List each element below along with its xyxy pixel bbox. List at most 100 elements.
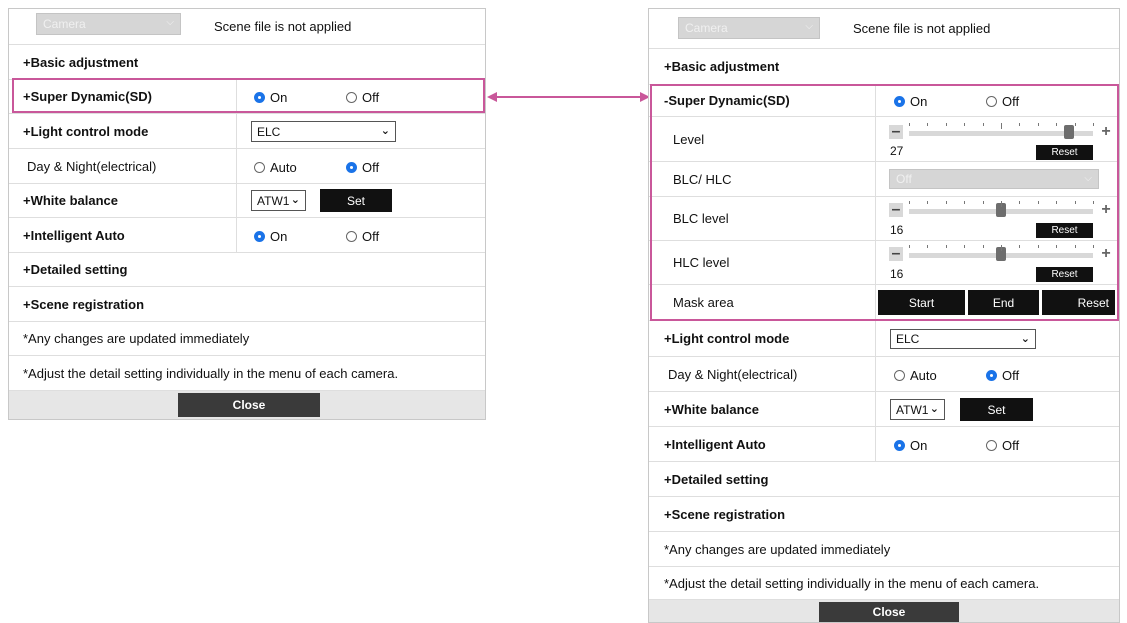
light-control-label[interactable]: +Light control mode xyxy=(23,114,148,148)
light-control-label[interactable]: +Light control mode xyxy=(664,321,789,356)
column-divider xyxy=(875,162,876,196)
scene-registration-row[interactable]: +Scene registration xyxy=(649,497,1119,532)
column-divider xyxy=(875,321,876,356)
blc-hlc-label: BLC/ HLC xyxy=(673,171,732,187)
plus-icon[interactable]: + xyxy=(1099,124,1113,140)
intelligent-auto-off-radio[interactable]: Off xyxy=(346,229,379,244)
scene-registration-row[interactable]: +Scene registration xyxy=(9,287,485,322)
intelligent-auto-label[interactable]: +Intelligent Auto xyxy=(23,218,125,252)
white-balance-label[interactable]: +White balance xyxy=(23,184,118,217)
level-row: Level – + 27 Reset xyxy=(649,117,1119,162)
blc-level-slider[interactable]: – + xyxy=(889,201,1113,219)
basic-adjustment-row[interactable]: +Basic adjustment xyxy=(9,45,485,80)
camera-select: Camera ⌵ xyxy=(678,17,820,39)
day-night-row: Day & Night(electrical) Auto Off xyxy=(9,149,485,184)
note-row-1: *Any changes are updated immediately xyxy=(9,322,485,356)
light-control-row: +Light control mode ELC ⌄ xyxy=(649,321,1119,357)
scene-registration-label[interactable]: +Scene registration xyxy=(664,497,785,531)
chevron-down-icon: ⌄ xyxy=(1020,333,1030,345)
minus-icon[interactable]: – xyxy=(889,202,903,218)
slider-tick xyxy=(945,245,947,248)
settings-panel-expanded: Camera ⌵ Scene file is not applied +Basi… xyxy=(648,8,1120,623)
radio-unselected-icon xyxy=(894,370,905,381)
slider-tick xyxy=(927,245,929,248)
day-night-label: Day & Night(electrical) xyxy=(27,158,157,174)
day-night-row: Day & Night(electrical) Auto Off xyxy=(649,357,1119,392)
white-balance-set-button[interactable]: Set xyxy=(320,189,392,212)
select-value: ELC xyxy=(257,124,281,139)
light-control-select[interactable]: ELC ⌄ xyxy=(890,329,1036,349)
intelligent-auto-label[interactable]: +Intelligent Auto xyxy=(664,427,766,461)
detailed-setting-row[interactable]: +Detailed setting xyxy=(9,253,485,287)
blc-hlc-row: BLC/ HLC Off ⌵ xyxy=(649,162,1119,197)
white-balance-select[interactable]: ATW1 ⌄ xyxy=(251,190,306,211)
column-divider xyxy=(875,427,876,461)
radio-unselected-icon xyxy=(346,231,357,242)
day-night-off-radio[interactable]: Off xyxy=(986,368,1019,383)
detailed-setting-row[interactable]: +Detailed setting xyxy=(649,462,1119,497)
column-divider xyxy=(875,392,876,426)
level-slider[interactable]: – + xyxy=(889,123,1113,141)
note-text: *Adjust the detail setting individually … xyxy=(664,575,1040,591)
hlc-level-reset-button[interactable]: Reset xyxy=(1036,267,1093,282)
plus-icon[interactable]: + xyxy=(1099,246,1113,262)
radio-selected-icon xyxy=(254,231,265,242)
mask-reset-button[interactable]: Reset xyxy=(1042,290,1115,315)
close-button[interactable]: Close xyxy=(178,393,320,417)
day-night-auto-radio[interactable]: Auto xyxy=(894,368,937,383)
detailed-setting-label[interactable]: +Detailed setting xyxy=(23,253,127,286)
footer-bar: Close xyxy=(9,391,485,419)
super-dynamic-off-radio[interactable]: Off xyxy=(986,94,1019,109)
white-balance-set-button[interactable]: Set xyxy=(960,398,1033,421)
blc-hlc-select: Off ⌵ xyxy=(889,169,1099,189)
radio-label: Off xyxy=(362,160,380,175)
column-divider xyxy=(236,149,237,183)
light-control-select[interactable]: ELC ⌄ xyxy=(251,121,396,142)
hlc-level-slider[interactable]: – + xyxy=(889,245,1113,263)
column-divider xyxy=(875,241,876,284)
intelligent-auto-off-radio[interactable]: Off xyxy=(986,438,1019,453)
day-night-auto-radio[interactable]: Auto xyxy=(254,160,297,175)
blc-level-value: 16 xyxy=(890,223,904,237)
white-balance-label[interactable]: +White balance xyxy=(664,392,759,426)
intelligent-auto-on-radio[interactable]: On xyxy=(254,229,287,244)
settings-panel-collapsed: Camera ⌵ Scene file is not applied +Basi… xyxy=(8,8,486,420)
slider-tick xyxy=(964,201,966,204)
intelligent-auto-on-radio[interactable]: On xyxy=(894,438,927,453)
radio-label: Auto xyxy=(270,160,297,175)
radio-unselected-icon xyxy=(986,96,997,107)
slider-tick xyxy=(1037,201,1039,204)
super-dynamic-off-radio[interactable]: Off xyxy=(346,90,379,105)
mask-end-button[interactable]: End xyxy=(968,290,1039,315)
slider-tick xyxy=(964,245,966,248)
minus-icon[interactable]: – xyxy=(889,124,903,140)
chevron-down-icon: ⌵ xyxy=(1084,173,1092,184)
super-dynamic-on-radio[interactable]: On xyxy=(894,94,927,109)
camera-select-value: Camera xyxy=(43,17,86,31)
select-value: ATW1 xyxy=(257,193,290,208)
plus-icon[interactable]: + xyxy=(1099,202,1113,218)
basic-adjustment-label[interactable]: +Basic adjustment xyxy=(664,49,779,84)
radio-label: On xyxy=(270,229,288,244)
mask-start-button[interactable]: Start xyxy=(878,290,965,315)
blc-level-reset-button[interactable]: Reset xyxy=(1036,223,1093,238)
level-reset-button[interactable]: Reset xyxy=(1036,145,1093,160)
scene-registration-label[interactable]: +Scene registration xyxy=(23,287,144,321)
level-value: 27 xyxy=(890,144,904,158)
camera-select-value: Camera xyxy=(685,21,728,35)
minus-icon[interactable]: – xyxy=(889,246,903,262)
detailed-setting-label[interactable]: +Detailed setting xyxy=(664,462,768,496)
white-balance-select[interactable]: ATW1 ⌄ xyxy=(890,399,945,420)
select-value: ELC xyxy=(896,332,920,346)
super-dynamic-label[interactable]: +Super Dynamic(SD) xyxy=(23,80,152,113)
super-dynamic-on-radio[interactable]: On xyxy=(254,90,287,105)
basic-adjustment-row[interactable]: +Basic adjustment xyxy=(649,49,1119,85)
day-night-off-radio[interactable]: Off xyxy=(346,160,379,175)
column-divider xyxy=(236,114,237,148)
basic-adjustment-label[interactable]: +Basic adjustment xyxy=(23,45,138,79)
slider-tick xyxy=(1001,123,1002,129)
slider-thumb[interactable] xyxy=(1064,125,1075,139)
close-button[interactable]: Close xyxy=(819,602,959,622)
slider-tick xyxy=(1001,201,1002,207)
super-dynamic-label[interactable]: -Super Dynamic(SD) xyxy=(664,85,790,116)
